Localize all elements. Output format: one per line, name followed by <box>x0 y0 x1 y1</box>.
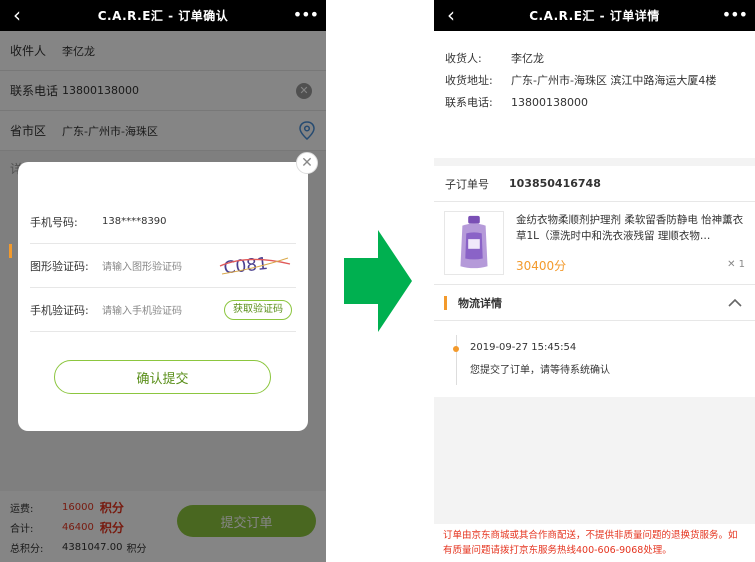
captcha-image[interactable]: C081 <box>218 250 292 280</box>
confirm-submit-button[interactable]: 确认提交 <box>54 360 271 394</box>
verification-modal: ✕ 手机号码: 138****8390 图形验证码: 请输入图形验证码 C081… <box>18 152 318 431</box>
timeline-message: 您提交了订单，请等待系统确认 <box>470 365 610 376</box>
sms-row: 手机验证码: 请输入手机验证码 获取验证码 <box>30 288 296 332</box>
page-title: C.A.R.E汇 - 订单确认 <box>97 9 229 23</box>
receiver-line: 收货人: 李亿龙 <box>445 47 744 69</box>
captcha-row: 图形验证码: 请输入图形验证码 C081 <box>30 244 296 288</box>
address-block: 收货人: 李亿龙 收货地址: 广东-广州市-海珠区 滨江中路海运大厦4楼 联系电… <box>434 31 755 158</box>
timeline-dot <box>453 346 459 352</box>
sub-order-row: 子订单号 103850416748 <box>434 166 755 202</box>
sms-label: 手机验证码: <box>30 303 89 317</box>
address-label: 收货地址: <box>445 74 493 87</box>
get-code-button[interactable]: 获取验证码 <box>224 300 292 320</box>
flow-arrow-icon <box>344 230 412 332</box>
logistics-title: 物流详情 <box>458 296 502 310</box>
order-confirm-screen: ‹ C.A.R.E汇 - 订单确认 ••• 收件人 李亿龙 联系电话 13800… <box>0 0 326 562</box>
chevron-up-icon[interactable] <box>727 295 743 311</box>
contact-line: 联系电话: 13800138000 <box>445 91 744 113</box>
page-title-detail: C.A.R.E汇 - 订单详情 <box>529 9 660 23</box>
address-value: 广东-广州市-海珠区 滨江中路海运大厦4楼 <box>511 74 717 87</box>
close-icon[interactable]: ✕ <box>296 152 318 174</box>
product-quantity: ✕ 1 <box>727 259 745 270</box>
address-line: 收货地址: 广东-广州市-海珠区 滨江中路海运大厦4楼 <box>445 69 744 91</box>
logistics-timeline: 2019-09-27 15:45:54 您提交了订单，请等待系统确认 <box>434 321 755 397</box>
receiver-label: 收货人: <box>445 52 482 65</box>
modal-phone-row: 手机号码: 138****8390 <box>30 200 296 244</box>
screenshot-stage: ‹ C.A.R.E汇 - 订单确认 ••• 收件人 李亿龙 联系电话 13800… <box>0 0 755 562</box>
contact-label: 联系电话: <box>445 96 493 109</box>
product-price: 30400分 <box>516 259 567 273</box>
product-item[interactable]: 金纺衣物柔顺剂护理剂 柔软留香防静电 怡神薰衣草1L（漂洗时中和洗衣液残留 理顺… <box>434 202 755 285</box>
contact-value: 13800138000 <box>511 95 588 109</box>
captcha-input[interactable]: 请输入图形验证码 <box>102 258 182 273</box>
product-image <box>444 211 504 275</box>
back-icon[interactable]: ‹ <box>440 4 462 26</box>
sms-input[interactable]: 请输入手机验证码 <box>102 302 182 317</box>
back-icon[interactable]: ‹ <box>6 4 28 26</box>
order-detail-screen: ‹ C.A.R.E汇 - 订单详情 ••• 收货人: 李亿龙 收货地址: 广东-… <box>434 0 755 562</box>
top-bar-detail: ‹ C.A.R.E汇 - 订单详情 ••• <box>434 0 755 31</box>
receiver-value: 李亿龙 <box>511 52 544 65</box>
section-accent-bar <box>9 244 12 258</box>
more-icon[interactable]: ••• <box>293 6 319 24</box>
product-name: 金纺衣物柔顺剂护理剂 柔软留香防静电 怡神薰衣草1L（漂洗时中和洗衣液残留 理顺… <box>516 214 744 242</box>
logistics-header[interactable]: 物流详情 <box>434 285 755 321</box>
sub-order-number: 103850416748 <box>509 177 601 190</box>
captcha-text: C081 <box>223 254 269 279</box>
modal-phone-label: 手机号码: <box>30 215 78 229</box>
more-icon[interactable]: ••• <box>722 6 748 24</box>
captcha-label: 图形验证码: <box>30 259 89 273</box>
sub-order-label: 子订单号 <box>445 177 489 191</box>
delivery-notice: 订单由京东商城或其合作商配送，不提供非质量问题的退换货服务。如有质量问题请拨打京… <box>434 524 755 562</box>
top-bar: ‹ C.A.R.E汇 - 订单确认 ••• <box>0 0 326 31</box>
modal-phone-value: 138****8390 <box>102 216 167 227</box>
timeline-line <box>456 335 457 385</box>
timeline-time: 2019-09-27 15:45:54 <box>470 342 577 353</box>
logistics-accent-bar <box>444 295 447 310</box>
